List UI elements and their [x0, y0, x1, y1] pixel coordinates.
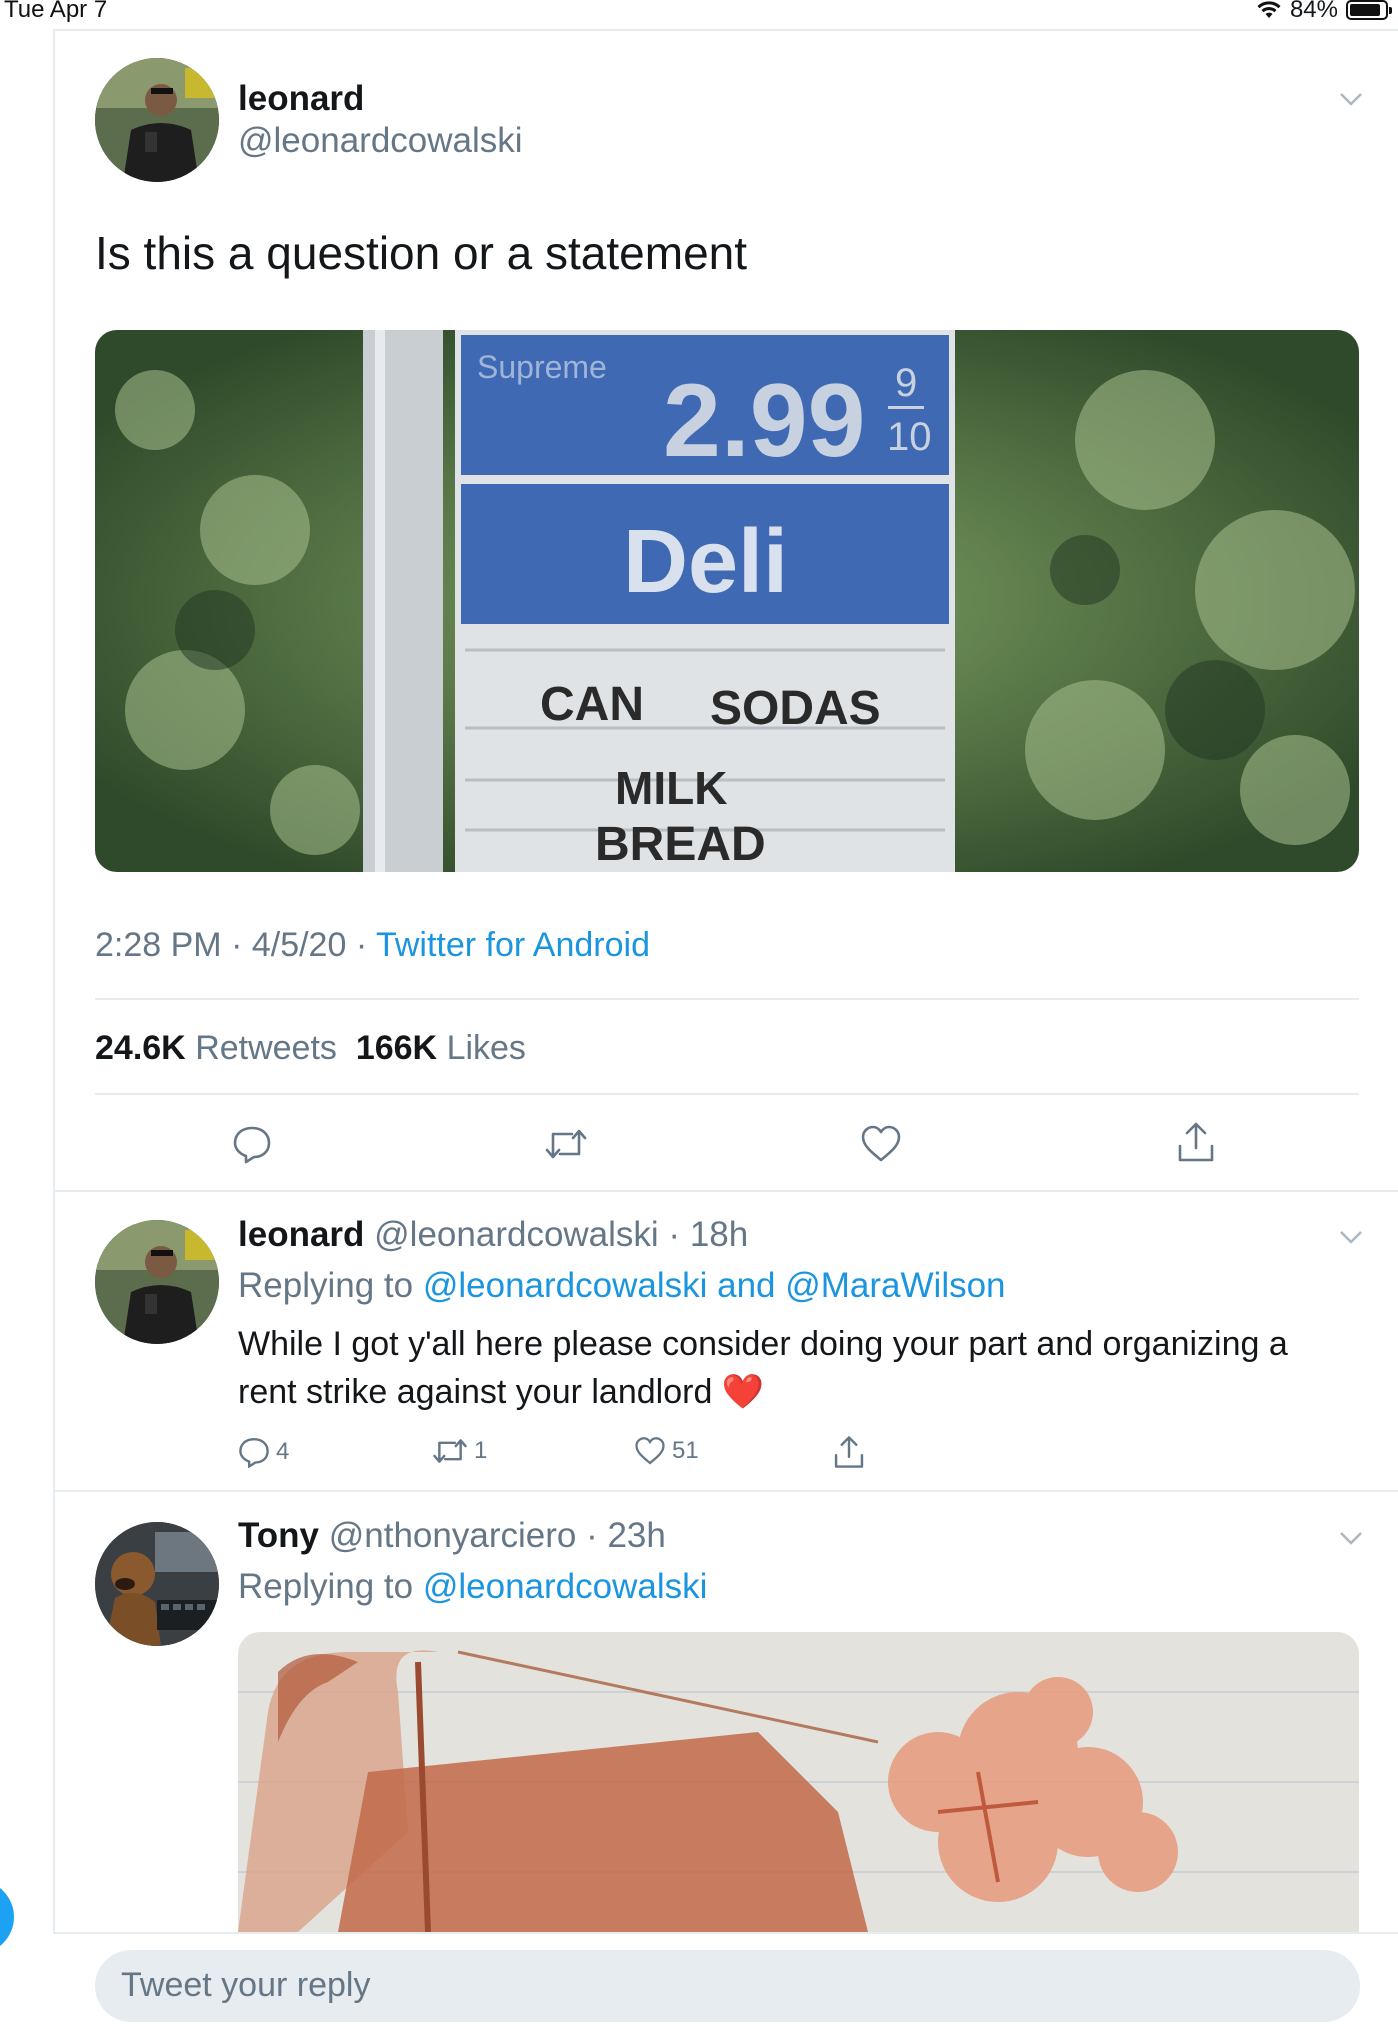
like-icon — [635, 1437, 665, 1465]
replying-to: Replying to @leonardcowalski — [238, 1567, 708, 1606]
wifi-icon — [1257, 1, 1281, 18]
sign-price: 2.99 — [663, 363, 865, 479]
replying-to-link[interactable]: @leonardcowalski and @MaraWilson — [423, 1266, 1006, 1305]
reply-header: Tony @nthonyarciero · 23h — [238, 1516, 666, 1555]
retweet-action[interactable]: 1 — [432, 1436, 487, 1466]
author-handle[interactable]: @leonardcowalski — [238, 121, 523, 161]
divider — [95, 1093, 1359, 1095]
reply-icon[interactable] — [232, 1124, 272, 1164]
likes-stat[interactable]: 166K Likes — [356, 1029, 526, 1067]
battery-icon — [1346, 0, 1392, 20]
chevron-down-icon[interactable] — [1338, 1525, 1364, 1551]
reply-author-handle[interactable]: @leonardcowalski — [374, 1215, 659, 1254]
timeline-left-border — [53, 30, 55, 2038]
heart-emoji: ❤️ — [721, 1373, 765, 1411]
status-time: Tue Apr 7 — [4, 0, 108, 23]
sign-line2: MILK — [615, 762, 727, 814]
tweet-text: Is this a question or a statement — [95, 227, 748, 279]
tweet-time: 2:28 PM — [95, 926, 222, 964]
reply-author-handle[interactable]: @nthonyarciero — [329, 1516, 577, 1555]
tweet-source-link[interactable]: Twitter for Android — [376, 926, 650, 964]
reply-header: leonard @leonardcowalski · 18h — [238, 1215, 749, 1254]
reply-author-name[interactable]: Tony — [238, 1516, 319, 1555]
reply-age: 18h — [689, 1215, 749, 1254]
status-bar: Tue Apr 7 84% — [0, 0, 1398, 26]
retweet-icon — [433, 1439, 467, 1463]
share-icon[interactable] — [832, 1434, 866, 1470]
reply-input[interactable]: Tweet your reply — [95, 1950, 1360, 2022]
sign-brand: Supreme — [477, 349, 607, 385]
divider — [95, 998, 1359, 1000]
status-indicators: 84% — [1256, 0, 1392, 24]
tweet-image[interactable]: Supreme 2.99 9 10 Deli CAN SODAS MILK BR… — [95, 330, 1359, 872]
tweet-meta: 2:28 PM · 4/5/20 · Twitter for Android — [95, 926, 650, 964]
divider — [53, 1490, 1398, 1492]
retweet-icon[interactable] — [544, 1126, 588, 1162]
sign-line3: BREAD — [595, 818, 766, 871]
reply-image[interactable] — [238, 1632, 1359, 1932]
avatar[interactable] — [95, 58, 219, 182]
reply-icon — [239, 1437, 269, 1468]
sign-line1b: SODAS — [710, 682, 881, 735]
avatar[interactable] — [95, 1220, 219, 1344]
chevron-down-icon[interactable] — [1338, 1224, 1364, 1250]
avatar[interactable] — [95, 1522, 219, 1646]
reply-age: 23h — [607, 1516, 666, 1555]
tweet-stats: 24.6K Retweets 166K Likes — [95, 1029, 526, 1068]
like-icon[interactable] — [860, 1124, 902, 1164]
divider — [53, 1190, 1398, 1192]
header-divider — [53, 29, 1398, 31]
sign-line1a: CAN — [540, 678, 644, 731]
sign-frac-bottom: 10 — [887, 415, 932, 459]
author-name[interactable]: leonard — [238, 79, 364, 119]
retweets-stat[interactable]: 24.6K Retweets — [95, 1029, 337, 1067]
reply-author-name[interactable]: leonard — [238, 1215, 364, 1254]
reply-input-placeholder: Tweet your reply — [121, 1966, 371, 2004]
sign-frac-top: 9 — [895, 361, 917, 405]
battery-percent: 84% — [1289, 0, 1338, 23]
share-icon[interactable] — [1175, 1120, 1217, 1164]
chevron-down-icon[interactable] — [1338, 86, 1364, 112]
reply-text: While I got y'all here please consider d… — [238, 1325, 1288, 1411]
reply-action[interactable]: 4 — [238, 1436, 289, 1468]
compose-tweet-button[interactable] — [0, 1880, 14, 1954]
sign-deli: Deli — [623, 512, 788, 612]
like-action[interactable]: 51 — [634, 1436, 699, 1466]
replying-to-link[interactable]: @leonardcowalski — [423, 1567, 708, 1606]
replying-to: Replying to @leonardcowalski and @MaraWi… — [238, 1266, 1006, 1305]
tweet-date: 4/5/20 — [251, 926, 347, 964]
